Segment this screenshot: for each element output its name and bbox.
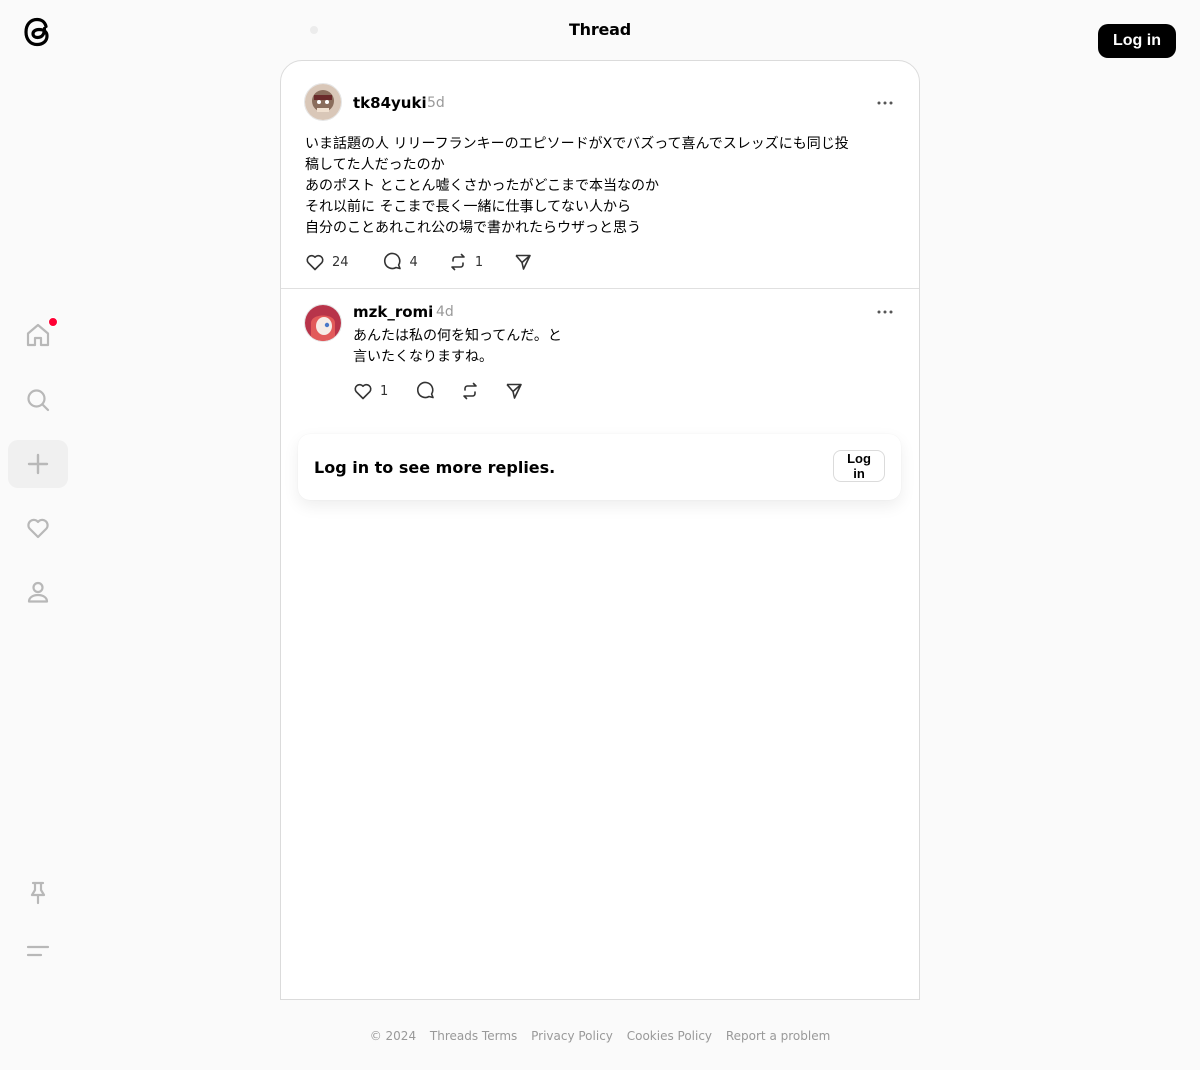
footer: © 2024 Threads Terms Privacy Policy Cook… [0, 1029, 1200, 1043]
like-count: 24 [332, 254, 349, 270]
post-text: いま話題の人 リリーフランキーのエピソードがXでバズって喜んでスレッズにも同じ投… [305, 136, 849, 236]
divider [281, 288, 919, 289]
heart-icon [306, 254, 324, 271]
comment-icon [417, 381, 435, 399]
search-icon [27, 389, 50, 412]
repost-count: 1 [474, 254, 484, 270]
send-icon [506, 383, 523, 399]
avatar[interactable] [304, 83, 342, 121]
heart-icon [27, 518, 49, 539]
page-title: Thread [568, 20, 632, 39]
plus-icon [27, 453, 49, 475]
like-button[interactable]: 24 [305, 252, 349, 272]
avatar[interactable] [304, 304, 342, 342]
post-actions: 1 [353, 381, 524, 401]
post-text: あんたは私の何を知ってんだ。と 言いたくなりますね。 [353, 328, 562, 365]
reply-button[interactable] [416, 381, 436, 401]
more-options-icon[interactable] [876, 100, 894, 106]
sidebar-item-menu[interactable] [8, 927, 68, 975]
login-prompt-text: Log in to see more replies. [314, 458, 556, 477]
menu-icon [26, 945, 50, 957]
footer-link-cookies[interactable]: Cookies Policy [627, 1029, 712, 1043]
thread-card: tk84yuki 5d いま話題の人 リリーフランキーのエピソードがXでバズって… [280, 60, 920, 1000]
sidebar-item-activity[interactable] [8, 504, 68, 552]
repost-icon [451, 253, 465, 271]
like-count: 1 [380, 383, 389, 399]
notification-dot [48, 317, 58, 327]
footer-link-privacy[interactable]: Privacy Policy [531, 1029, 613, 1043]
footer-link-report[interactable]: Report a problem [726, 1029, 830, 1043]
login-prompt-banner: Log in to see more replies. Log in [298, 434, 901, 500]
login-button[interactable]: Log in [1098, 24, 1176, 58]
repost-icon [463, 382, 478, 400]
post-actions: 24 4 1 [305, 252, 533, 272]
pin-icon [30, 881, 46, 905]
post-time[interactable]: 4d [436, 304, 454, 320]
post-username[interactable]: mzk_romi [353, 303, 433, 321]
repost-button[interactable] [460, 381, 480, 401]
send-icon [515, 254, 531, 270]
sidebar-item-search[interactable] [8, 376, 68, 424]
repost-button[interactable]: 1 [448, 252, 483, 272]
sidebar-item-create[interactable] [8, 440, 68, 488]
home-icon [26, 323, 50, 347]
sidebar-item-pinned[interactable] [8, 869, 68, 917]
heart-icon [354, 383, 372, 400]
post-username[interactable]: tk84yuki [353, 94, 427, 112]
comment-icon [383, 252, 401, 270]
share-button[interactable] [513, 252, 533, 272]
share-button[interactable] [504, 381, 524, 401]
sidebar-item-home[interactable] [8, 311, 68, 359]
like-button[interactable]: 1 [353, 381, 388, 401]
person-icon [27, 581, 49, 603]
login-prompt-button[interactable]: Log in [833, 450, 885, 482]
more-options-icon[interactable] [876, 309, 894, 315]
sidebar-item-profile[interactable] [8, 568, 68, 616]
reply-button[interactable]: 4 [383, 252, 418, 272]
post-time[interactable]: 5d [427, 95, 445, 111]
reply-count: 4 [409, 254, 418, 270]
footer-link-terms[interactable]: Threads Terms [430, 1029, 517, 1043]
footer-copyright: © 2024 [369, 1029, 417, 1043]
